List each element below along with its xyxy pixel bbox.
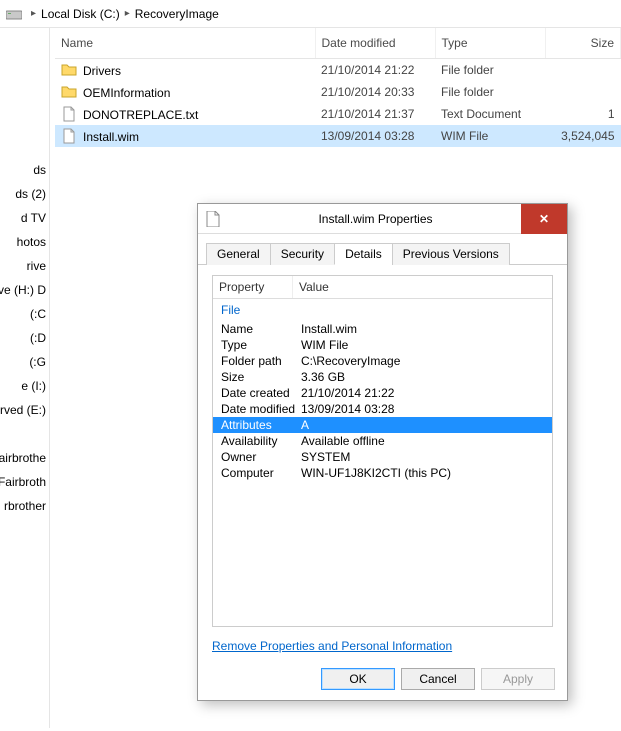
column-headers[interactable]: Name Date modified Type Size (55, 28, 621, 59)
properties-dialog: Install.wim Properties ✕ GeneralSecurity… (197, 203, 568, 701)
file-icon (61, 106, 77, 122)
property-key: Type (221, 338, 301, 352)
nav-item[interactable]: ds (0, 158, 49, 182)
property-value: Install.wim (301, 322, 544, 336)
tab-details[interactable]: Details (334, 243, 393, 265)
property-row[interactable]: NameInstall.wim (213, 321, 552, 337)
tab-previous-versions[interactable]: Previous Versions (392, 243, 510, 265)
property-key: Availability (221, 434, 301, 448)
property-value: C:\RecoveryImage (301, 354, 544, 368)
col-type[interactable]: Type (435, 28, 545, 59)
property-key: Size (221, 370, 301, 384)
property-row[interactable]: Date created21/10/2014 21:22 (213, 385, 552, 401)
property-value: SYSTEM (301, 450, 544, 464)
disk-icon (6, 7, 22, 21)
remove-properties-link[interactable]: Remove Properties and Personal Informati… (212, 639, 452, 653)
navigation-pane[interactable]: dsds (2)d TVhotosriveve (H:) DC:)D:)G:)e… (0, 28, 50, 728)
property-value: WIM File (301, 338, 544, 352)
property-value: 21/10/2014 21:22 (301, 386, 544, 400)
property-row[interactable]: TypeWIM File (213, 337, 552, 353)
breadcrumb-folder[interactable]: RecoveryImage (135, 7, 219, 21)
close-icon: ✕ (539, 212, 549, 226)
property-row[interactable]: Size3.36 GB (213, 369, 552, 385)
nav-item[interactable]: rive (0, 254, 49, 278)
file-icon (206, 211, 220, 227)
property-value: 13/09/2014 03:28 (301, 402, 544, 416)
nav-item[interactable]: d TV (0, 206, 49, 230)
col-date[interactable]: Date modified (315, 28, 435, 59)
nav-item[interactable]: D:) (0, 326, 49, 350)
property-value: WIN-UF1J8KI2CTI (this PC) (301, 466, 544, 480)
file-icon (61, 128, 77, 144)
group-file: File (213, 299, 552, 321)
nav-item[interactable] (0, 422, 49, 446)
breadcrumb[interactable]: ▸ Local Disk (C:) ▸ RecoveryImage (0, 0, 621, 28)
table-row[interactable]: DONOTREPLACE.txt21/10/2014 21:37Text Doc… (55, 103, 621, 125)
nav-item[interactable]: ve (H:) D (0, 278, 49, 302)
close-button[interactable]: ✕ (521, 204, 567, 234)
nav-item[interactable]: hotos (0, 230, 49, 254)
property-key: Owner (221, 450, 301, 464)
dialog-title: Install.wim Properties (230, 212, 521, 226)
folder-icon (61, 62, 77, 78)
apply-button[interactable]: Apply (481, 668, 555, 690)
property-row[interactable]: ComputerWIN-UF1J8KI2CTI (this PC) (213, 465, 552, 481)
property-key: Name (221, 322, 301, 336)
property-row[interactable]: Date modified13/09/2014 03:28 (213, 401, 552, 417)
nav-item[interactable]: e (I:) (0, 374, 49, 398)
property-row[interactable]: Folder pathC:\RecoveryImage (213, 353, 552, 369)
nav-item[interactable]: rved (E:) (0, 398, 49, 422)
property-value: 3.36 GB (301, 370, 544, 384)
property-row[interactable]: OwnerSYSTEM (213, 449, 552, 465)
property-key: Folder path (221, 354, 301, 368)
col-size[interactable]: Size (545, 28, 621, 59)
table-row[interactable]: Drivers21/10/2014 21:22File folder (55, 59, 621, 82)
header-value[interactable]: Value (293, 276, 335, 298)
titlebar[interactable]: Install.wim Properties ✕ (198, 204, 567, 234)
property-list[interactable]: Property Value File NameInstall.wimTypeW… (212, 275, 553, 627)
header-property[interactable]: Property (213, 276, 293, 298)
nav-item[interactable]: C:) (0, 302, 49, 326)
table-row[interactable]: OEMInformation21/10/2014 20:33File folde… (55, 81, 621, 103)
nav-item[interactable]: Fairbrothe (0, 446, 49, 470)
property-row[interactable]: AttributesA (213, 417, 552, 433)
cancel-button[interactable]: Cancel (401, 668, 475, 690)
file-list: Name Date modified Type Size Drivers21/1… (55, 28, 621, 147)
col-name[interactable]: Name (55, 28, 315, 59)
nav-item[interactable]: ds (2) (0, 182, 49, 206)
nav-item[interactable]: rbrother (0, 494, 49, 518)
ok-button[interactable]: OK (321, 668, 395, 690)
chevron-right-icon: ▸ (31, 8, 36, 19)
property-value: Available offline (301, 434, 544, 448)
nav-item[interactable]: G:) (0, 350, 49, 374)
breadcrumb-disk[interactable]: Local Disk (C:) (41, 7, 120, 21)
property-key: Attributes (221, 418, 301, 432)
property-row[interactable]: AvailabilityAvailable offline (213, 433, 552, 449)
nav-item[interactable]: Fairbroth (0, 470, 49, 494)
tab-security[interactable]: Security (270, 243, 335, 265)
property-key: Date modified (221, 402, 301, 416)
property-key: Date created (221, 386, 301, 400)
tab-general[interactable]: General (206, 243, 271, 265)
property-value: A (301, 418, 544, 432)
property-key: Computer (221, 466, 301, 480)
folder-icon (61, 84, 77, 100)
tab-strip: GeneralSecurityDetailsPrevious Versions (198, 234, 567, 265)
table-row[interactable]: Install.wim13/09/2014 03:28WIM File3,524… (55, 125, 621, 147)
chevron-right-icon: ▸ (125, 8, 130, 19)
